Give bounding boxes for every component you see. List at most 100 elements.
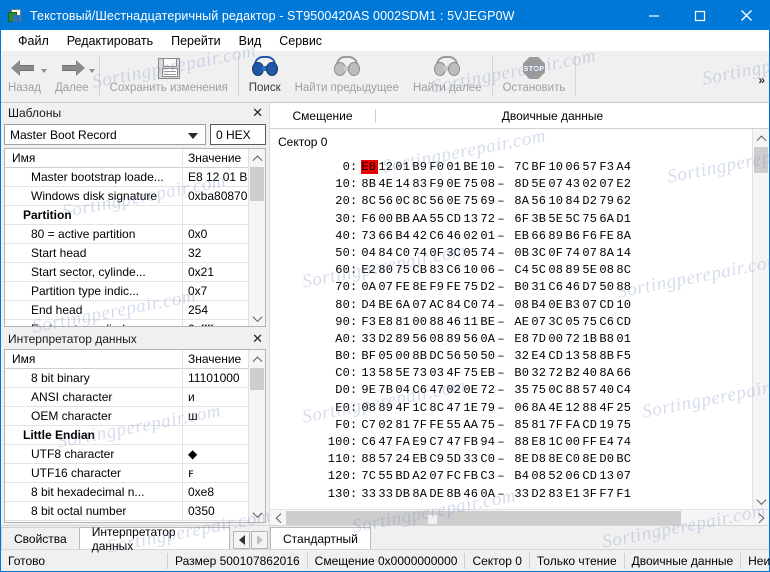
hex-byte[interactable]: FB (463, 469, 480, 483)
hex-byte[interactable]: FF (582, 435, 599, 449)
table-row[interactable]: ANSI character и (5, 387, 248, 407)
scroll-right-icon[interactable] (753, 510, 769, 526)
hex-byte[interactable]: 10 (616, 298, 633, 312)
tab-next-button[interactable] (251, 531, 268, 549)
hex-byte[interactable]: 74 (480, 246, 497, 260)
hex-byte[interactable]: 56 (429, 194, 446, 208)
hex-byte[interactable]: 07 (582, 298, 599, 312)
hex-byte[interactable]: C3 (480, 469, 497, 483)
hex-byte[interactable]: 10 (463, 263, 480, 277)
hex-byte[interactable]: 02 (582, 177, 599, 191)
hex-byte[interactable]: 25 (616, 401, 633, 415)
hex-byte[interactable]: F1 (616, 487, 633, 501)
hex-horizontal-scrollbar[interactable] (270, 509, 769, 525)
hex-byte[interactable]: D0 (599, 452, 616, 466)
hex-byte[interactable]: 8B (599, 349, 616, 363)
table-row-group[interactable]: Partition (5, 205, 248, 225)
hex-byte[interactable]: 8D (514, 177, 531, 191)
hex-row[interactable]: 100: C6 47 FA E9 C7 47 FB 94–88 E8 1C 00 FF E4 74 (270, 435, 752, 452)
maximize-button[interactable] (677, 1, 723, 30)
hex-byte[interactable]: 55 (446, 418, 463, 432)
hex-byte[interactable]: 89 (378, 401, 395, 415)
hex-byte[interactable]: 06 (565, 160, 582, 174)
close-icon[interactable]: ✕ (252, 104, 263, 122)
hex-byte[interactable]: 43 (565, 177, 582, 191)
hex-byte[interactable]: 56 (412, 332, 429, 346)
hex-byte[interactable]: A4 (616, 160, 633, 174)
hex-byte[interactable]: 8C (616, 263, 633, 277)
hex-byte[interactable]: 74 (616, 435, 633, 449)
tab-data-interpreter[interactable]: Интерпретатор данных (78, 525, 230, 553)
hex-byte[interactable]: 1B (582, 332, 599, 346)
hex-byte[interactable]: F7 (599, 487, 616, 501)
hex-byte[interactable]: 46 (565, 280, 582, 294)
hex-rows[interactable]: 0: E8 12 01 B9 F0 01 BE 10–7C BF 10 06 57 F3 A4 10: 8B 4E… (270, 149, 752, 504)
hex-byte[interactable]: 05 (463, 246, 480, 260)
hscroll-thumb[interactable] (286, 510, 681, 525)
hex-byte[interactable]: E2 (361, 263, 378, 277)
hex-byte[interactable]: 88 (361, 452, 378, 466)
hex-byte[interactable]: 5E (548, 212, 565, 226)
hex-byte[interactable]: 52 (548, 469, 565, 483)
hex-byte[interactable]: 0A (361, 280, 378, 294)
chevron-down-icon[interactable] (88, 69, 95, 73)
hex-byte[interactable]: 8A (514, 194, 531, 208)
menu-item-goto[interactable]: Перейти (162, 34, 230, 48)
table-row[interactable]: 80 = active partition 0x0 (5, 224, 248, 244)
hex-byte[interactable]: 3C (548, 315, 565, 329)
hex-byte[interactable]: AC (429, 298, 446, 312)
hex-byte[interactable]: 1C (412, 401, 429, 415)
hex-byte[interactable]: 56 (446, 349, 463, 363)
hex-byte[interactable]: 14 (616, 246, 633, 260)
hex-byte[interactable]: 13 (463, 212, 480, 226)
hex-canvas[interactable]: Сектор 0 0: E8 12 01 B9 F0 01 BE 10–7C BF 10 06 57 F3… (270, 129, 752, 509)
hex-byte[interactable]: BE (378, 298, 395, 312)
hex-row[interactable]: C0: 13 58 5E 73 03 4F 75 EB – B0 32 72 B2 40 8A 66 (270, 366, 752, 383)
hex-byte[interactable]: 07 (616, 469, 633, 483)
hex-byte[interactable]: 10 (548, 194, 565, 208)
hex-byte[interactable]: CD (548, 349, 565, 363)
scroll-track[interactable] (249, 165, 265, 310)
hex-byte[interactable]: CD (599, 298, 616, 312)
hscroll-track[interactable] (286, 510, 753, 526)
hex-byte[interactable]: 07 (599, 177, 616, 191)
hex-byte[interactable]: FA (395, 435, 412, 449)
hex-byte[interactable]: BE (463, 160, 480, 174)
hex-byte[interactable]: 72 (480, 212, 497, 226)
hex-byte[interactable]: 83 (429, 263, 446, 277)
hex-byte[interactable]: 62 (616, 194, 633, 208)
hex-byte[interactable]: 01 (395, 160, 412, 174)
hex-byte[interactable]: FC (446, 469, 463, 483)
hex-byte[interactable]: CD (582, 469, 599, 483)
hex-byte[interactable]: B4 (395, 229, 412, 243)
hex-row[interactable]: 80: D4 BE 6A 07 AC 84 C0 74–08 B4 0E B3 07 CD 10 (270, 298, 752, 315)
hex-byte[interactable]: 04 (361, 246, 378, 260)
minimize-button[interactable] (631, 1, 677, 30)
hex-byte[interactable]: 80 (378, 263, 395, 277)
hex-byte[interactable]: 6A (395, 298, 412, 312)
hex-byte[interactable]: 7C (361, 469, 378, 483)
hex-byte[interactable]: 88 (514, 435, 531, 449)
hex-byte[interactable]: 0A (480, 487, 497, 501)
menu-item-view[interactable]: Вид (230, 34, 271, 48)
hex-byte[interactable]: 06 (565, 469, 582, 483)
hex-byte[interactable]: C7 (361, 418, 378, 432)
hex-byte[interactable]: 73 (412, 366, 429, 380)
hex-byte[interactable]: 01 (616, 332, 633, 346)
scroll-track[interactable] (249, 366, 265, 506)
hex-byte[interactable]: F6 (361, 212, 378, 226)
scroll-down-icon[interactable] (249, 310, 265, 326)
hex-byte[interactable]: 07 (582, 246, 599, 260)
hex-byte[interactable]: 08 (429, 332, 446, 346)
hex-byte[interactable]: 8A (599, 246, 616, 260)
hex-byte[interactable]: AA (412, 212, 429, 226)
hex-byte[interactable]: 3F (582, 487, 599, 501)
hex-byte[interactable]: 31 (531, 280, 548, 294)
hex-byte[interactable]: 57 (582, 383, 599, 397)
hex-byte[interactable]: 83 (548, 487, 565, 501)
toolbar-stop-button[interactable]: STOP Остановить (496, 53, 573, 100)
hex-byte[interactable]: 72 (480, 383, 497, 397)
hex-byte[interactable]: D2 (480, 280, 497, 294)
hex-byte[interactable]: 01 (480, 229, 497, 243)
hex-row[interactable]: 50: 04 84 C0 74 0F 3C 05 74–0B 3C 0F 74 07 8A 14 (270, 246, 752, 263)
